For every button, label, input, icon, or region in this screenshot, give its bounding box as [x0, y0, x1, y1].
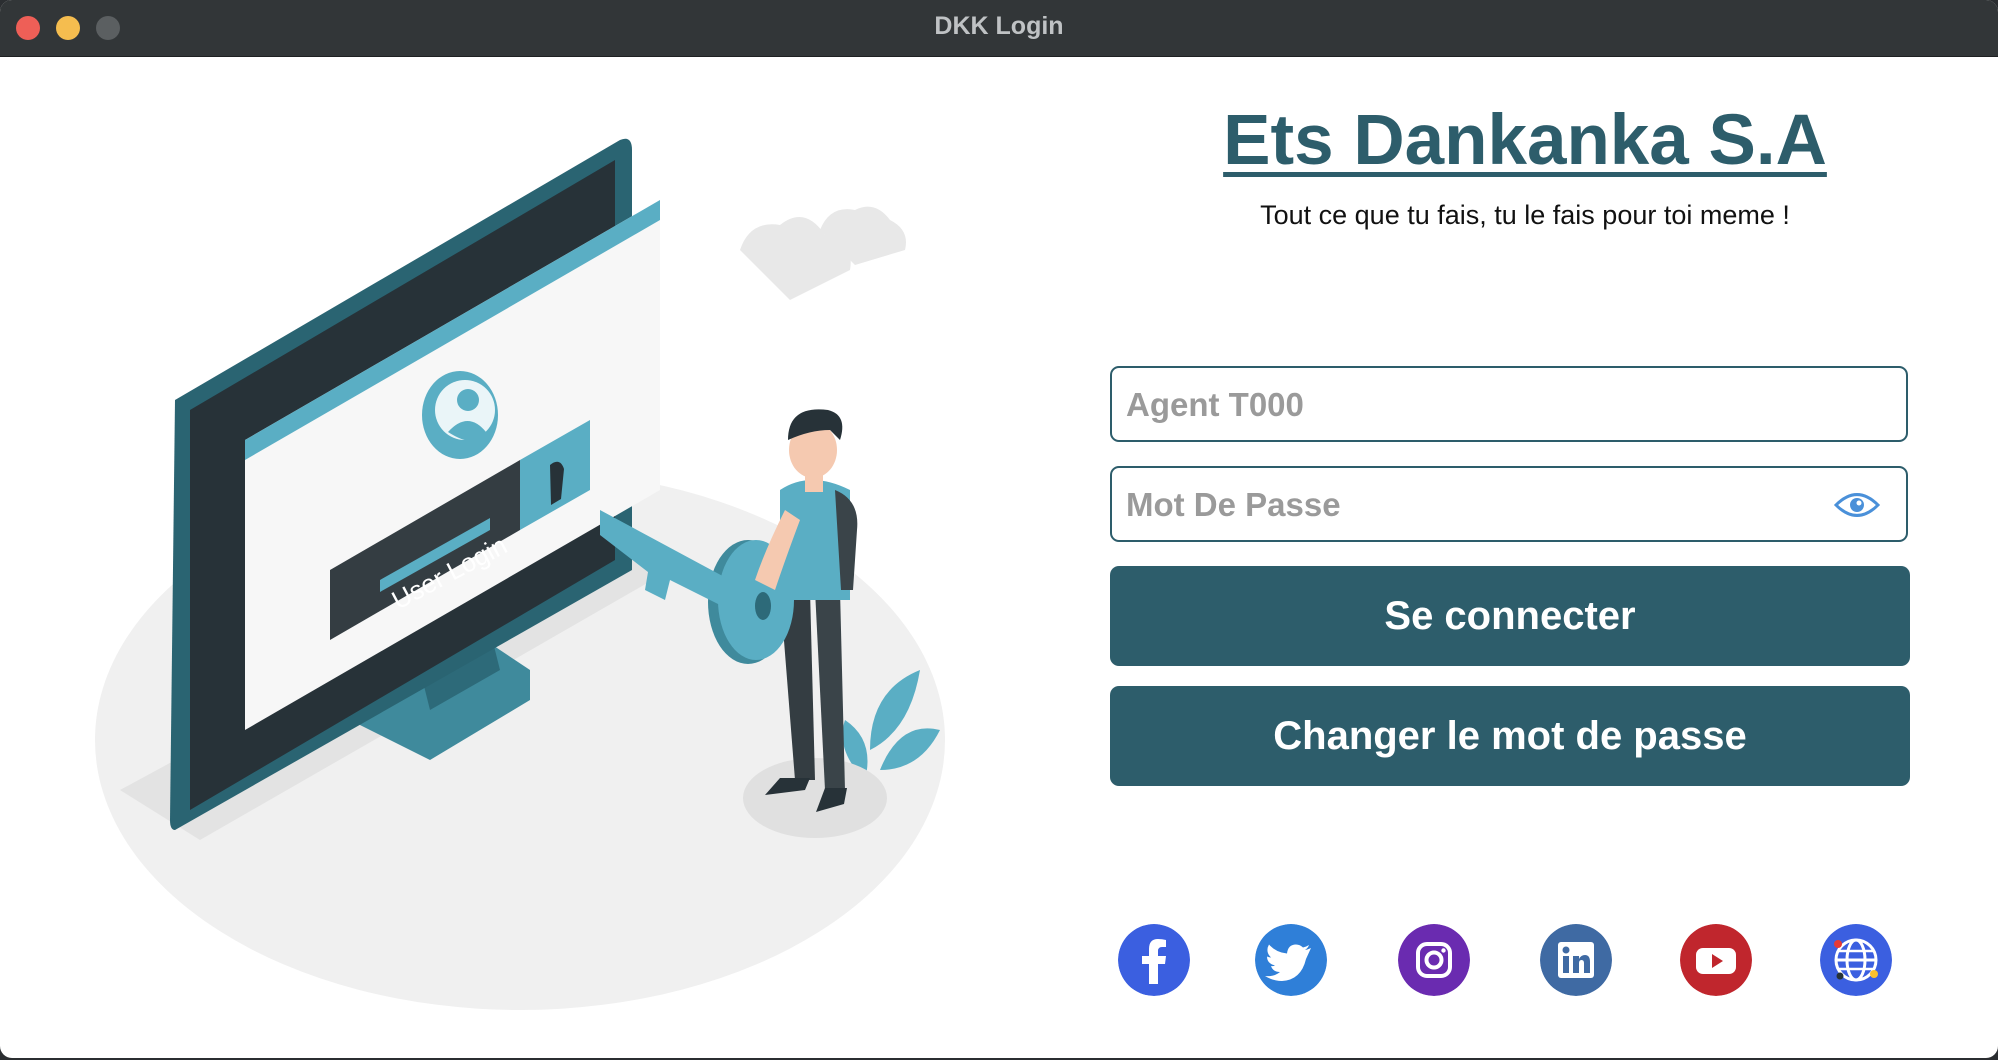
username-field[interactable]: [1110, 366, 1908, 442]
change-password-button[interactable]: Changer le mot de passe: [1110, 686, 1910, 786]
company-name: Ets Dankanka S.A: [1223, 101, 1827, 180]
company-tagline: Tout ce que tu fais, tu le fais pour toi…: [1260, 200, 1790, 230]
youtube-icon[interactable]: [1680, 924, 1752, 996]
window-title: DKK Login: [934, 12, 1064, 40]
show-password-eye-icon[interactable]: [1834, 490, 1880, 520]
login-illustration: User Login: [95, 138, 945, 1010]
password-input[interactable]: [1124, 468, 1828, 542]
facebook-icon[interactable]: [1118, 924, 1190, 996]
twitter-icon[interactable]: [1255, 924, 1327, 996]
username-input[interactable]: [1124, 368, 1828, 442]
instagram-icon[interactable]: [1398, 924, 1470, 996]
title-bar: DKK Login: [0, 0, 1998, 57]
linkedin-icon[interactable]: [1540, 924, 1612, 996]
login-window: DKK Login User Login Ets Dankanka S.A To…: [0, 0, 1998, 1058]
password-field[interactable]: [1110, 466, 1908, 542]
login-button[interactable]: Se connecter: [1110, 566, 1910, 666]
website-globe-icon[interactable]: [1820, 924, 1892, 996]
